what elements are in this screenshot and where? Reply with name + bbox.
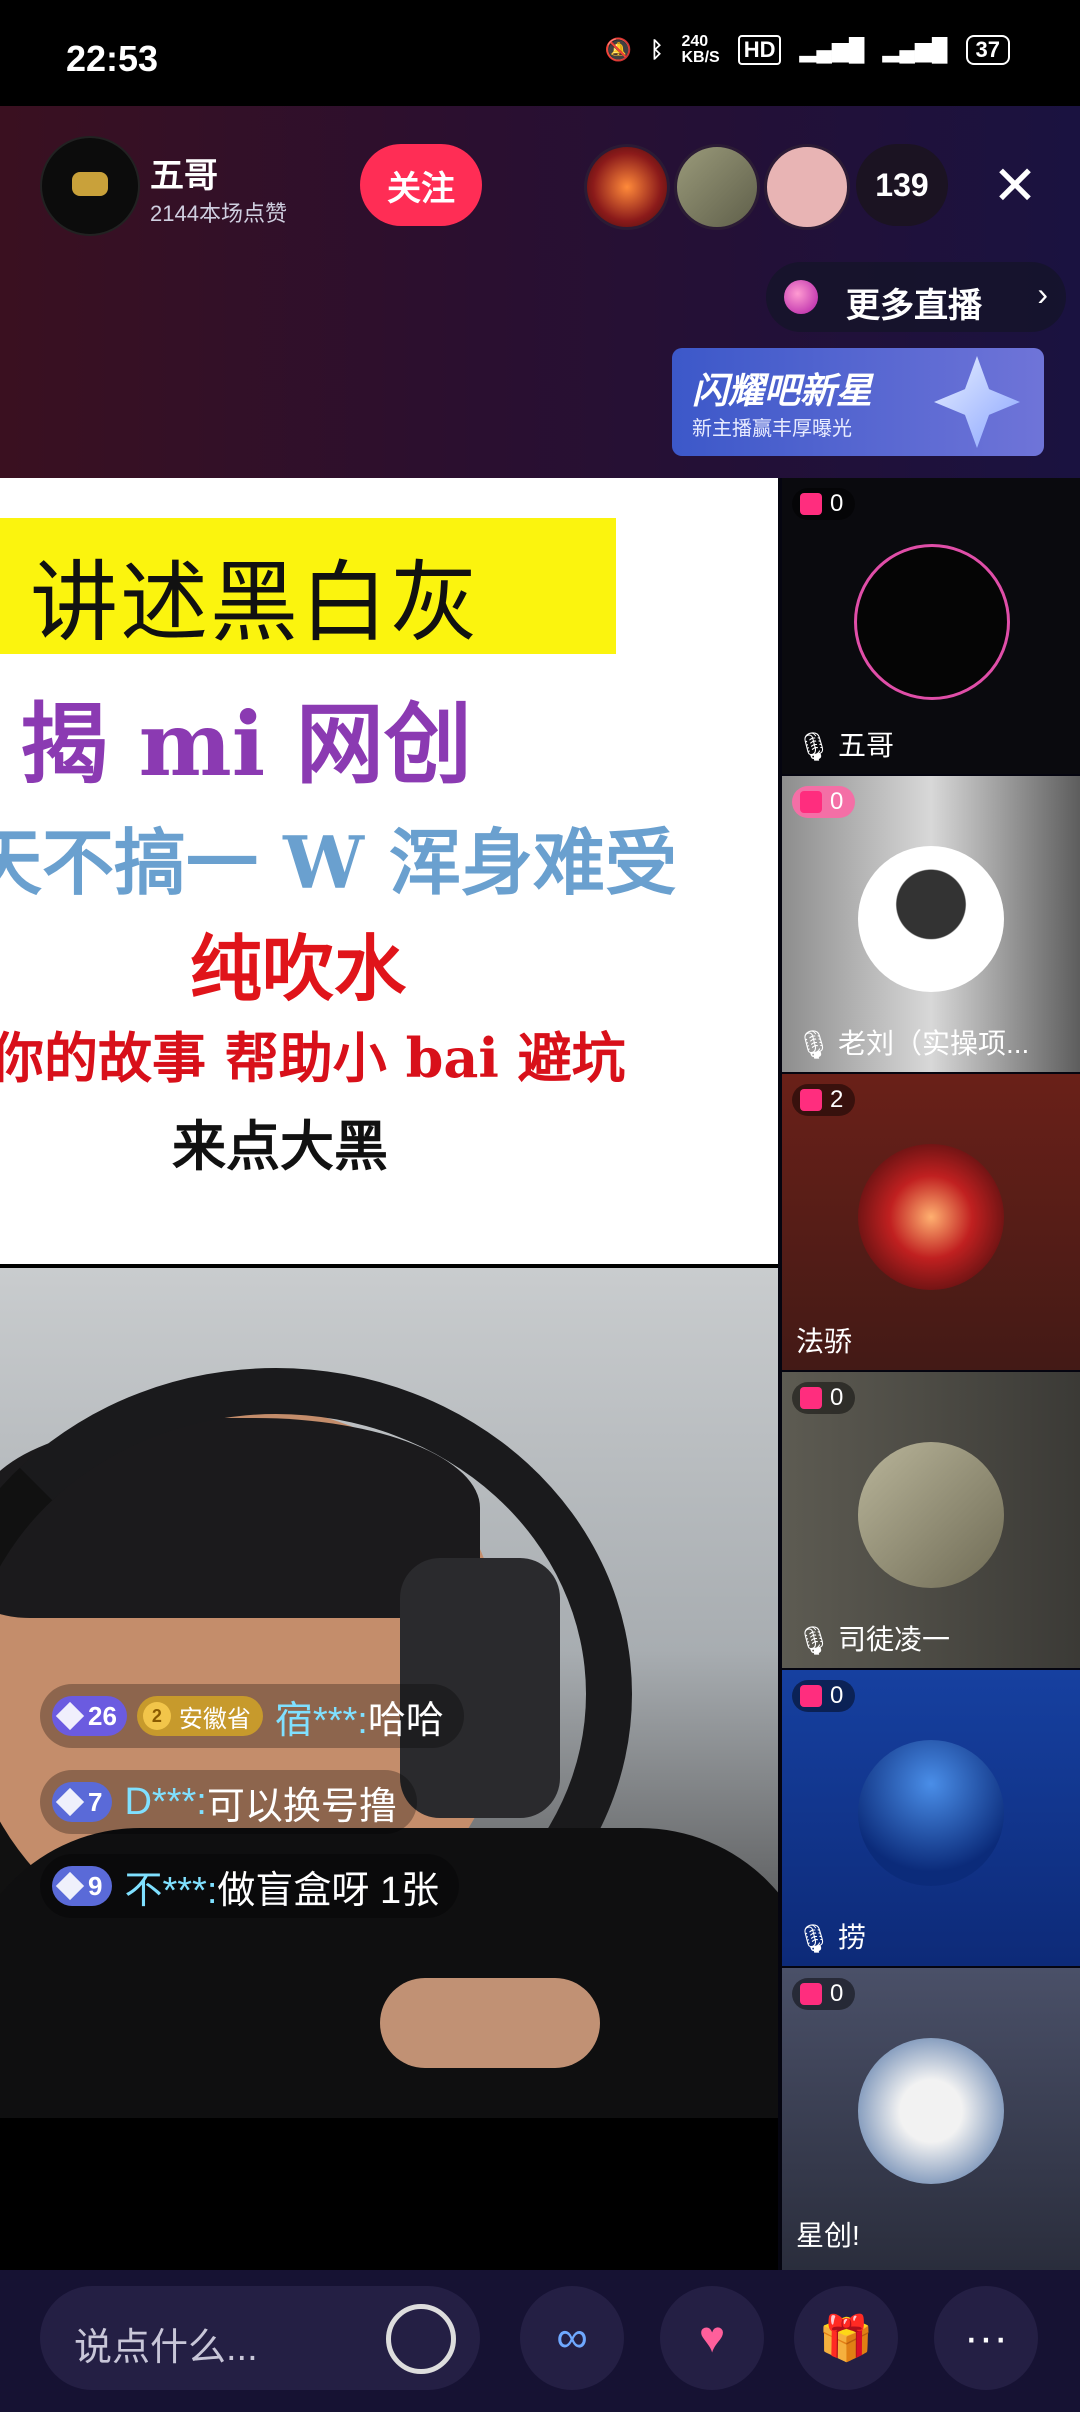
status-icons: 🔕 ᛒ 240 KB/S HD ▂▄▆█ ▂▄▆█ 37 bbox=[605, 34, 1010, 66]
net-speed: 240 KB/S bbox=[681, 33, 720, 66]
chat-comment[interactable]: 7 D***: 可以换号撸 bbox=[40, 1770, 417, 1834]
like-heart-button[interactable]: ♥ bbox=[660, 2286, 764, 2390]
guest-name: 捞 bbox=[838, 1922, 867, 1953]
promo-banner[interactable]: 闪耀吧新星 新主播赢丰厚曝光 bbox=[672, 348, 1044, 456]
host-logo-icon bbox=[72, 172, 108, 196]
guest-name: 司徒凌一 bbox=[838, 1624, 951, 1655]
guest-avatar bbox=[854, 544, 1010, 700]
comment-message: 哈哈 bbox=[367, 1699, 444, 1742]
guest-name: 星创! bbox=[796, 2220, 860, 2251]
status-bar: 22:53 🔕 ᛒ 240 KB/S HD ▂▄▆█ ▂▄▆█ 37 bbox=[0, 0, 1080, 106]
poster-line3: 天不搞一 W 浑身难受 bbox=[0, 820, 677, 905]
guest-seat[interactable]: 0 星创! bbox=[782, 1968, 1080, 2270]
user-level-badge: 7 bbox=[52, 1782, 113, 1822]
gift-icon bbox=[800, 493, 822, 515]
gift-button[interactable]: 🎁 bbox=[794, 2286, 898, 2390]
bluetooth-icon: ᛒ bbox=[650, 37, 664, 62]
diamond-icon bbox=[55, 1701, 85, 1731]
gift-count: 0 bbox=[792, 786, 856, 818]
host-likes: 2144本场点赞 bbox=[150, 201, 287, 226]
poster-line6: 来点大黑 bbox=[172, 1114, 388, 1178]
user-level-badge: 9 bbox=[52, 1866, 113, 1906]
mic-muted-icon: 🎙 bbox=[796, 1923, 832, 1954]
comment-user[interactable]: 不***: bbox=[124, 1859, 217, 1914]
emoji-icon[interactable] bbox=[386, 2304, 456, 2374]
province-badge: 2 安徽省 bbox=[136, 1696, 263, 1736]
host-avatar[interactable] bbox=[40, 136, 140, 236]
viewer-avatar[interactable] bbox=[674, 144, 760, 230]
viewer-avatar[interactable] bbox=[764, 144, 850, 230]
mic-muted-icon: 🎙 bbox=[796, 1029, 832, 1060]
stream-poster: 讲述黑白灰 揭 mi 网创 天不搞一 W 浑身难受 纯吹水 你的故事 帮助小 b… bbox=[0, 478, 778, 1264]
mic-muted-icon: 🎙 bbox=[796, 731, 832, 762]
poster-line1: 讲述黑白灰 bbox=[30, 551, 481, 654]
close-icon[interactable]: ✕ bbox=[980, 150, 1050, 220]
comment-user[interactable]: D***: bbox=[124, 1781, 206, 1824]
star-icon bbox=[934, 356, 1020, 448]
gift-icon bbox=[800, 791, 822, 813]
comment-message: 可以换号撸 bbox=[206, 1785, 397, 1828]
gift-count: 0 bbox=[792, 488, 856, 520]
diamond-icon bbox=[55, 1871, 85, 1901]
gift-icon bbox=[800, 1983, 822, 2005]
hd-icon: HD bbox=[737, 35, 782, 65]
guest-avatar bbox=[858, 2038, 1004, 2184]
gift-icon bbox=[800, 1685, 822, 1707]
guest-avatar bbox=[858, 1144, 1004, 1290]
host-name[interactable]: 五哥 bbox=[150, 148, 218, 197]
viewer-count[interactable]: 139 bbox=[856, 144, 948, 226]
chat-comment[interactable]: 26 2 安徽省 宿***: 哈哈 bbox=[40, 1684, 464, 1748]
mic-muted-icon: 🎙 bbox=[796, 1625, 832, 1656]
gift-count: 0 bbox=[792, 1680, 856, 1712]
promo-subtitle: 新主播赢丰厚曝光 bbox=[692, 418, 852, 440]
guest-seats: 0 🎙 五哥 0 🎙 老刘（实操项... 2 法骄 0 🎙 司徒凌一 0 🎙 捞 0 星… bbox=[782, 478, 1080, 2270]
guest-avatar bbox=[858, 1740, 1004, 1886]
more-icon[interactable]: ··· bbox=[934, 2286, 1038, 2390]
poster-line2: 揭 mi 网创 bbox=[20, 692, 472, 796]
guest-name: 老刘（实操项... bbox=[838, 1028, 1030, 1059]
comment-user[interactable]: 宿***: bbox=[275, 1689, 368, 1744]
follow-button[interactable]: 关注 bbox=[360, 144, 482, 226]
user-level-badge: 26 bbox=[52, 1696, 127, 1736]
poster-highlight: 讲述黑白灰 bbox=[0, 518, 616, 654]
guest-seat[interactable]: 0 🎙 老刘（实操项... bbox=[782, 776, 1080, 1072]
comment-message: 做盲盒呀 1张 bbox=[217, 1869, 440, 1912]
guest-name: 法骄 bbox=[796, 1326, 853, 1357]
comment-input-placeholder: 说点什么... bbox=[74, 2327, 258, 2369]
poster-line4: 纯吹水 bbox=[190, 926, 407, 1011]
signal-5g-icon: ▂▄▆█ bbox=[799, 37, 865, 62]
guest-seat[interactable]: 0 🎙 五哥 bbox=[782, 478, 1080, 774]
gift-count: 0 bbox=[792, 1382, 856, 1414]
guest-name: 五哥 bbox=[838, 730, 895, 761]
gift-icon bbox=[800, 1387, 822, 1409]
gift-icon bbox=[800, 1089, 822, 1111]
guest-avatar bbox=[858, 1442, 1004, 1588]
poster-line5: 你的故事 帮助小 bai 避坑 bbox=[0, 1026, 626, 1090]
battery-icon: 37 bbox=[965, 35, 1010, 65]
comment-input[interactable]: 说点什么... bbox=[40, 2286, 480, 2390]
guest-seat[interactable]: 0 🎙 司徒凌一 bbox=[782, 1372, 1080, 1668]
chevron-right-icon: › bbox=[1037, 276, 1048, 312]
signal-4g-icon: ▂▄▆█ bbox=[882, 37, 948, 62]
more-live-label: 更多直播 bbox=[846, 287, 982, 325]
gift-count: 2 bbox=[792, 1084, 856, 1116]
rank-medal-icon: 2 bbox=[142, 1702, 171, 1730]
gift-count: 0 bbox=[792, 1978, 856, 2010]
status-time: 22:53 bbox=[66, 38, 159, 79]
viewer-avatar[interactable] bbox=[584, 144, 670, 230]
more-live-button[interactable]: 更多直播 › bbox=[766, 262, 1066, 332]
chat-comment[interactable]: 9 不***: 做盲盒呀 1张 bbox=[40, 1854, 460, 1918]
link-mic-button[interactable]: ∞ bbox=[520, 2286, 624, 2390]
streamer-hand bbox=[380, 1978, 600, 2068]
guest-avatar bbox=[858, 846, 1004, 992]
guest-seat[interactable]: 0 🎙 捞 bbox=[782, 1670, 1080, 1966]
main-stream[interactable]: 讲述黑白灰 揭 mi 网创 天不搞一 W 浑身难受 纯吹水 你的故事 帮助小 b… bbox=[0, 478, 778, 2270]
promo-title: 闪耀吧新星 bbox=[692, 370, 873, 411]
guest-seat[interactable]: 2 法骄 bbox=[782, 1074, 1080, 1370]
planet-icon bbox=[784, 280, 818, 314]
diamond-icon bbox=[55, 1787, 85, 1817]
mute-icon: 🔕 bbox=[604, 37, 633, 62]
